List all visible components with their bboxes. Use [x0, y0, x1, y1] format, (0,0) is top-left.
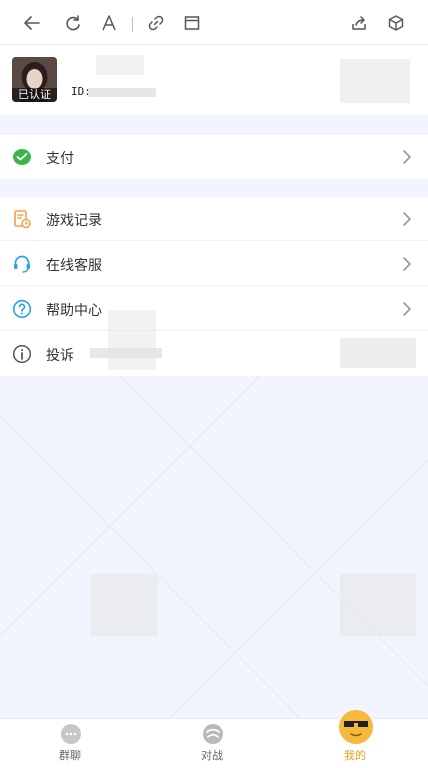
sunglasses-face-icon — [339, 710, 373, 744]
refresh-icon[interactable] — [64, 14, 82, 32]
info-icon — [12, 344, 32, 364]
pay-icon — [13, 149, 31, 165]
pay-section: 支付 — [0, 135, 428, 179]
menu-item-pay[interactable]: 支付 — [0, 135, 428, 179]
menu-item-label: 帮助中心 — [46, 303, 102, 319]
avatar[interactable]: 已认证 — [12, 57, 57, 102]
chevron-right-icon — [403, 150, 411, 164]
window-icon[interactable] — [183, 14, 201, 32]
nav-label: 对战 — [201, 749, 223, 762]
profile-header: 已认证 ID: — [0, 45, 428, 115]
menu-item-label: 在线客服 — [46, 258, 102, 274]
game-record-icon — [14, 210, 31, 229]
menu-item-online-service[interactable]: 在线客服 — [0, 242, 428, 286]
menu-item-game-records[interactable]: 游戏记录 — [0, 197, 428, 241]
nav-tab-group-chat[interactable]: 群聊 — [20, 719, 120, 768]
watermark-mosaic — [340, 338, 416, 368]
nav-label: 群聊 — [59, 749, 81, 762]
chevron-right-icon — [403, 257, 411, 271]
menu-item-label: 游戏记录 — [46, 213, 102, 229]
nav-tab-mine[interactable]: 我的 — [305, 710, 405, 768]
menu-section: 游戏记录 在线客服 帮助中心 投诉 — [0, 197, 428, 376]
section-gap — [0, 115, 428, 135]
row-divider — [0, 330, 428, 331]
menu-item-label: 投诉 — [46, 348, 74, 364]
watermark-mosaic — [108, 310, 156, 370]
chevron-right-icon — [403, 302, 411, 316]
chevron-right-icon — [403, 212, 411, 226]
row-divider — [0, 240, 428, 241]
bottom-navigation: 群聊 对战 我的 — [0, 710, 428, 768]
toolbar-divider — [132, 17, 133, 32]
browser-toolbar — [0, 0, 428, 45]
watermark-lines — [0, 376, 428, 718]
back-arrow-icon[interactable] — [23, 14, 41, 32]
nav-label: 我的 — [344, 749, 366, 762]
section-gap — [0, 179, 428, 197]
nav-tab-battle[interactable]: 对战 — [162, 719, 262, 768]
menu-item-complaint[interactable]: 投诉 — [0, 332, 428, 376]
link-icon[interactable] — [147, 14, 165, 32]
menu-item-help-center[interactable]: 帮助中心 — [0, 287, 428, 331]
watermark-mosaic — [340, 59, 410, 103]
chat-bubble-icon — [61, 724, 81, 744]
share-icon[interactable] — [350, 14, 368, 32]
headset-icon — [14, 255, 30, 273]
id-mosaic — [88, 88, 156, 97]
menu-item-label: 支付 — [46, 151, 74, 167]
row-divider — [0, 285, 428, 286]
watermark-mosaic — [96, 55, 144, 75]
verified-badge: 已认证 — [12, 88, 57, 102]
cube-icon[interactable] — [387, 14, 405, 32]
help-question-icon — [12, 299, 32, 319]
text-size-icon[interactable] — [100, 14, 118, 32]
battle-icon — [203, 724, 223, 744]
